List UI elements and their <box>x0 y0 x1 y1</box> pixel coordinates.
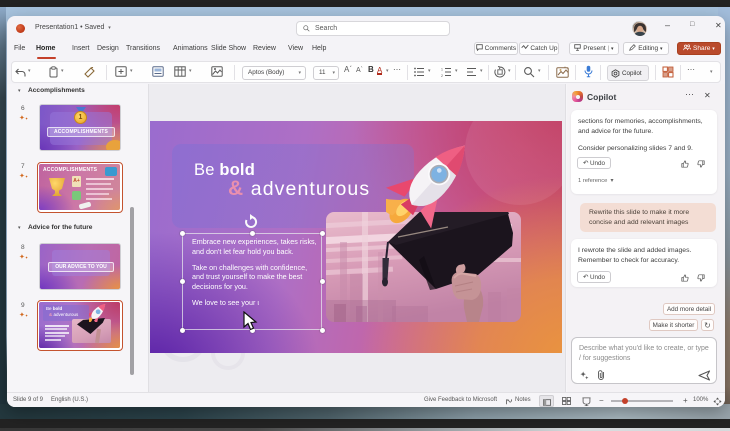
svg-text:1: 1 <box>441 68 443 72</box>
svg-text:2: 2 <box>441 74 443 77</box>
